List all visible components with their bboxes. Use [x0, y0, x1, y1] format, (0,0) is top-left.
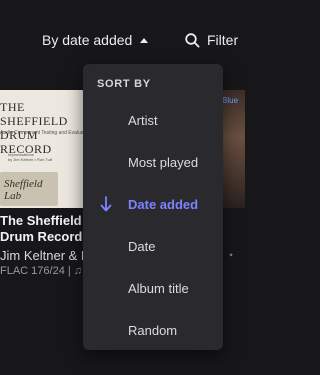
sort-option-date-added[interactable]: Date added: [83, 186, 223, 222]
sort-option-label: Date added: [128, 196, 199, 212]
sort-button[interactable]: By date added: [42, 30, 149, 50]
sort-option-label: Most played: [128, 154, 199, 170]
search-icon: [185, 32, 200, 48]
sort-option-artist[interactable]: Artist: [83, 102, 223, 138]
sort-option-date[interactable]: Date: [83, 228, 223, 264]
sort-menu: SORT BY Artist Most played Date added Da…: [83, 64, 223, 350]
filter-button[interactable]: Filter: [185, 30, 238, 50]
filter-button-label: Filter: [207, 32, 239, 48]
album-cover[interactable]: THE SHEFFIELD DRUM RECORD Audio Componen…: [0, 90, 92, 208]
sort-option-label: Random: [128, 322, 178, 338]
album-cover-subtitle: Audio Component Testing and Evaluation: [0, 130, 92, 136]
sort-menu-heading: SORT BY: [97, 78, 151, 90]
album-cover-partial[interactable]: Blue: [222, 90, 245, 208]
sort-option-label: Album title: [128, 280, 189, 296]
sort-option-label: Artist: [128, 112, 158, 128]
album-cover-title: THE SHEFFIELD DRUM RECORD: [0, 100, 68, 156]
label-logo: Sheffield Lab: [0, 172, 58, 206]
label-logo-text: Sheffield Lab: [4, 178, 43, 202]
sort-option-random[interactable]: Random: [83, 312, 223, 348]
sort-button-label: By date added: [42, 32, 133, 48]
album-cover-credits-line: by Jim Keltner • Ron Tutt: [8, 157, 53, 162]
album-more-icon: ⋆: [228, 250, 235, 261]
album-cover-partial-text: Blue: [222, 96, 239, 105]
caret-up-icon: [140, 37, 149, 43]
album-cover-credits: Improvisations by Jim Keltner • Ron Tutt: [8, 152, 88, 162]
arrow-down-icon: [100, 196, 112, 212]
album-title[interactable]: The Sheffield Drum Record: [0, 213, 92, 245]
sort-option-most-played[interactable]: Most played: [83, 144, 223, 180]
sort-option-album-title[interactable]: Album title: [83, 270, 223, 306]
sort-option-label: Date: [128, 238, 156, 254]
